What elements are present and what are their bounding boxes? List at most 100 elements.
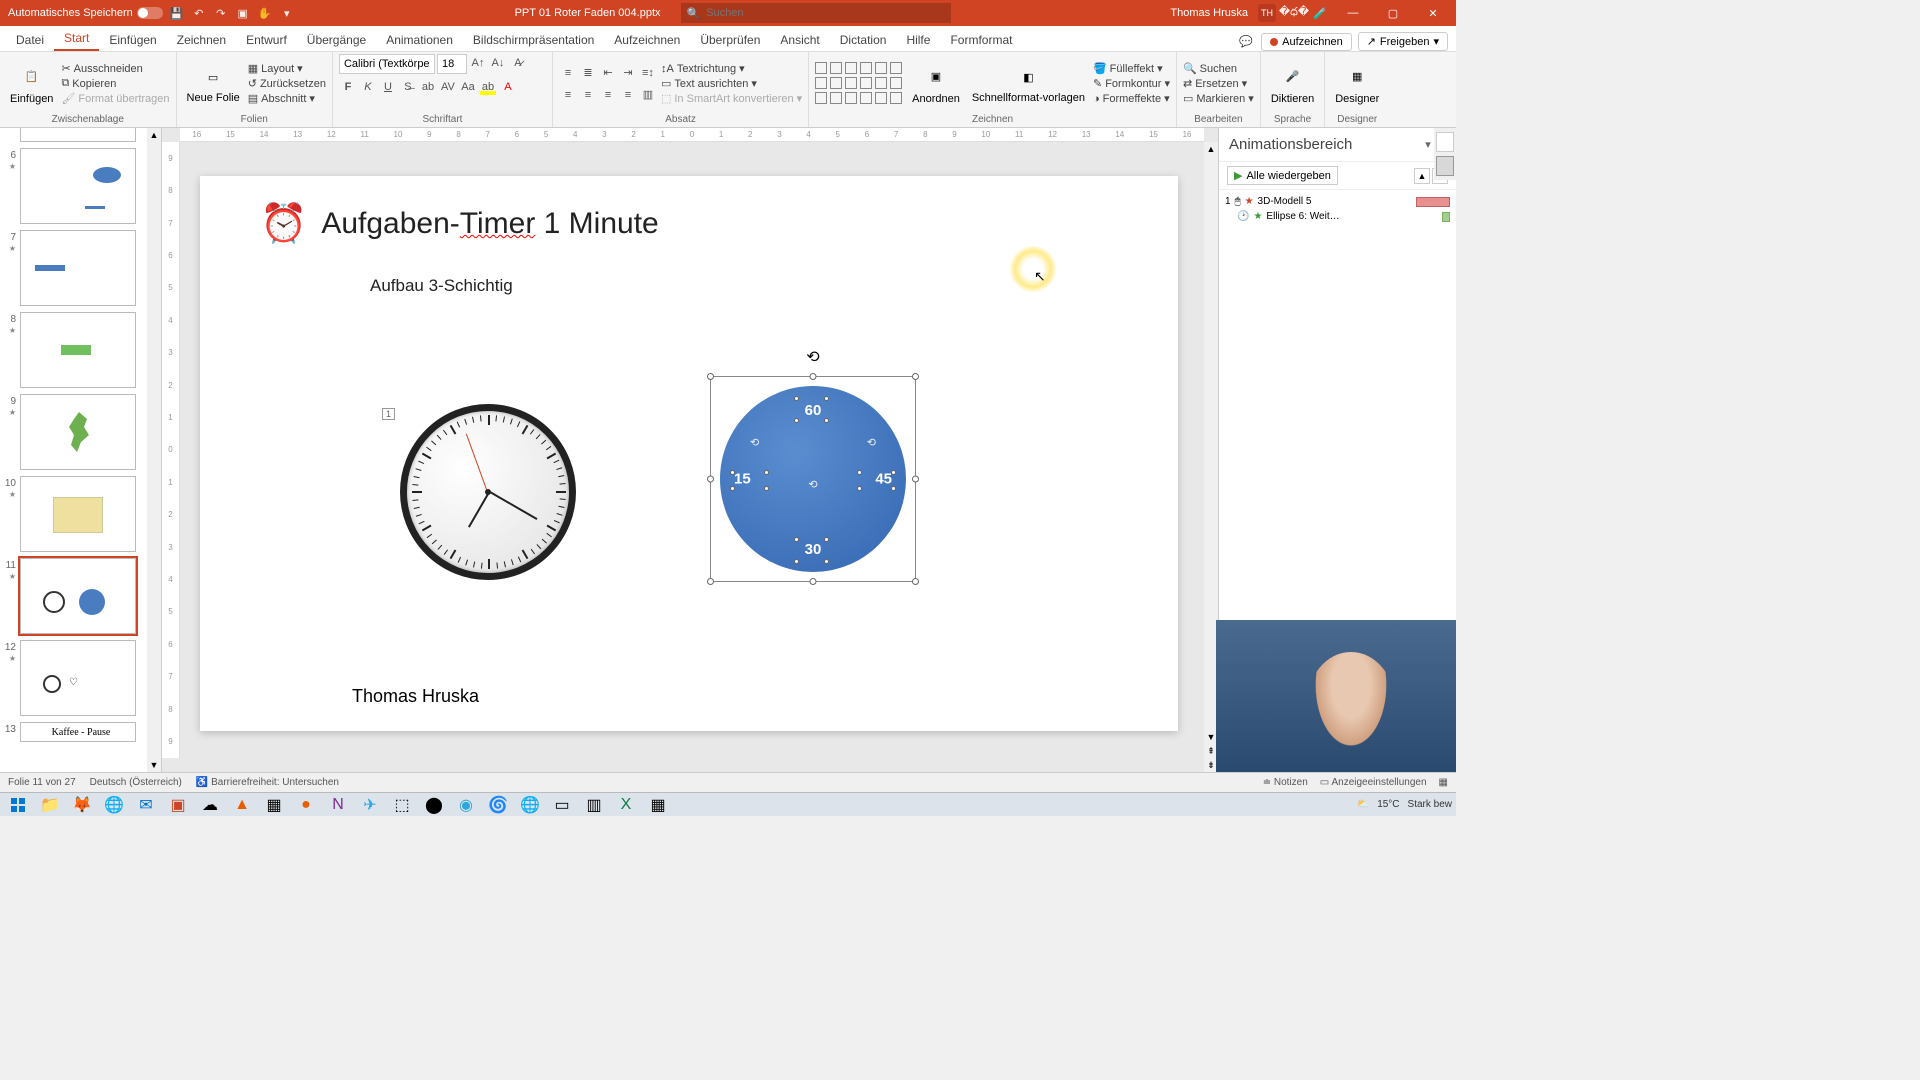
tab-bildschirm[interactable]: Bildschirmpräsentation [463, 29, 604, 51]
rotate-handle-icon[interactable]: ⟲ [806, 347, 819, 367]
outlook-icon[interactable]: ✉ [132, 794, 160, 816]
weather-icon[interactable]: ⛅ [1357, 799, 1369, 810]
app-icon[interactable]: ▦ [260, 794, 288, 816]
decrease-font-button[interactable]: A↓ [489, 54, 507, 72]
status-slide[interactable]: Folie 11 von 27 [8, 777, 76, 788]
clock-3d-model[interactable] [400, 404, 576, 580]
spacing-button[interactable]: AV [439, 78, 457, 96]
outline-button[interactable]: ✎Formkontur▾ [1093, 77, 1170, 90]
section-button[interactable]: ▤Abschnitt▾ [248, 92, 326, 105]
chevron-down-icon[interactable]: ▾ [1425, 138, 1431, 151]
align-right-button[interactable]: ≡ [599, 86, 617, 104]
status-accessibility[interactable]: ♿ Barrierefreiheit: Untersuchen [196, 777, 339, 788]
qat-more-icon[interactable]: ▾ [279, 5, 295, 21]
save-icon[interactable]: 💾 [169, 5, 185, 21]
copy-button[interactable]: ⧉Kopieren [61, 77, 169, 90]
slide-thumb-12[interactable]: 12★ ♡ [2, 640, 155, 716]
weather-label[interactable]: Stark bew [1408, 799, 1452, 810]
justify-button[interactable]: ≡ [619, 86, 637, 104]
undo-icon[interactable]: ↶ [191, 5, 207, 21]
slide-thumb-10[interactable]: 10★ [2, 476, 155, 552]
tab-animationen[interactable]: Animationen [376, 29, 463, 51]
tab-ueberpruefen[interactable]: Überprüfen [690, 29, 770, 51]
font-color-button[interactable]: A [499, 78, 517, 96]
smartart-button[interactable]: ⬚In SmartArt konvertieren▾ [661, 92, 802, 105]
file-name[interactable]: PPT 01 Roter Faden 004.pptx [515, 7, 661, 19]
strike-button[interactable]: S̶ [399, 78, 417, 96]
underline-button[interactable]: U [379, 78, 397, 96]
telegram-icon[interactable]: ✈ [356, 794, 384, 816]
paste-button[interactable]: 📋 Einfügen [6, 61, 57, 107]
new-slide-button[interactable]: ▭ Neue Folie [183, 61, 244, 106]
tab-dictation[interactable]: Dictation [830, 29, 897, 51]
search-box[interactable]: 🔍 [681, 3, 951, 23]
font-name-select[interactable] [339, 54, 435, 74]
autosave-toggle[interactable]: Automatisches Speichern [8, 7, 163, 19]
side-btn-2[interactable] [1436, 156, 1454, 176]
increase-font-button[interactable]: A↑ [469, 54, 487, 72]
aufzeichnen-button[interactable]: Aufzeichnen [1261, 33, 1352, 51]
align-text-button[interactable]: ▭Text ausrichten▾ [661, 77, 802, 90]
find-button[interactable]: 🔍Suchen [1183, 62, 1254, 75]
tab-ansicht[interactable]: Ansicht [770, 29, 829, 51]
highlight-button[interactable]: ab [479, 78, 497, 96]
case-button[interactable]: Aa [459, 78, 477, 96]
play-all-button[interactable]: ▶Alle wiedergeben [1227, 166, 1338, 185]
tab-formformat[interactable]: Formformat [940, 29, 1022, 51]
app-icon[interactable]: 🌀 [484, 794, 512, 816]
columns-button[interactable]: ▥ [639, 86, 657, 104]
cut-button[interactable]: ✂Ausschneiden [61, 62, 169, 75]
move-up-button[interactable]: ▲ [1414, 168, 1430, 184]
touch-icon[interactable]: ✋ [257, 5, 273, 21]
decrease-indent-button[interactable]: ⇤ [599, 64, 617, 82]
edge-icon[interactable]: 🌐 [516, 794, 544, 816]
bold-button[interactable]: F [339, 78, 357, 96]
status-display[interactable]: ▭ Anzeigeeinstellungen [1320, 777, 1427, 788]
italic-button[interactable]: K [359, 78, 377, 96]
dictate-button[interactable]: 🎤Diktieren [1267, 61, 1318, 107]
obs-icon[interactable]: ⬤ [420, 794, 448, 816]
minimize-button[interactable]: — [1338, 0, 1368, 26]
app-icon[interactable]: ⬚ [388, 794, 416, 816]
font-size-select[interactable] [437, 54, 467, 74]
align-center-button[interactable]: ≡ [579, 86, 597, 104]
anordnen-button[interactable]: ▣Anordnen [908, 61, 964, 107]
search-input[interactable] [706, 7, 944, 19]
rotate-icon[interactable]: ⟲ [750, 436, 759, 449]
scroll-up-icon[interactable]: ▲ [1204, 142, 1218, 156]
view-normal-icon[interactable]: ▦ [1439, 777, 1448, 788]
numbering-button[interactable]: ≣ [579, 64, 597, 82]
beaker-icon[interactable]: 🧪 [1312, 5, 1328, 21]
start-button[interactable] [4, 794, 32, 816]
animation-item[interactable]: 🕑 ★ Ellipse 6: Weit… [1225, 209, 1450, 224]
user-name[interactable]: Thomas Hruska [1170, 7, 1248, 19]
excel-icon[interactable]: X [612, 794, 640, 816]
app-icon[interactable]: ◉ [452, 794, 480, 816]
slide-thumb-8[interactable]: 8★ [2, 312, 155, 388]
tab-datei[interactable]: Datei [6, 29, 54, 51]
slide-editor[interactable]: 1615141312111098765432101234567891011121… [162, 128, 1218, 772]
replace-button[interactable]: ⇄Ersetzen▾ [1183, 77, 1254, 90]
rotate-icon[interactable]: ⟲ [808, 478, 817, 491]
animation-item[interactable]: 1 🖱 ★ 3D-Modell 5 [1225, 194, 1450, 209]
explorer-icon[interactable]: 📁 [36, 794, 64, 816]
app-icon[interactable]: ▥ [580, 794, 608, 816]
reset-button[interactable]: ↺Zurücksetzen [248, 77, 326, 90]
side-btn-1[interactable] [1436, 132, 1454, 152]
firefox-icon[interactable]: 🦊 [68, 794, 96, 816]
tab-hilfe[interactable]: Hilfe [896, 29, 940, 51]
designer-button[interactable]: ▦Designer [1331, 61, 1383, 107]
slide-thumb-6[interactable]: 6★ [2, 148, 155, 224]
app-icon[interactable]: ▭ [548, 794, 576, 816]
temp-label[interactable]: 15°C [1377, 799, 1399, 810]
tab-start[interactable]: Start [54, 27, 99, 51]
app-icon[interactable]: ▦ [644, 794, 672, 816]
align-left-button[interactable]: ≡ [559, 86, 577, 104]
user-avatar[interactable]: TH [1258, 4, 1276, 22]
quick-styles-button[interactable]: ◧Schnellformat-vorlagen [968, 61, 1089, 106]
status-notes[interactable]: ≐ Notizen [1263, 777, 1308, 788]
slide-thumb-11[interactable]: 11★ [2, 558, 155, 634]
scroll-up-icon[interactable]: ▲ [147, 128, 161, 142]
fill-button[interactable]: 🪣Fülleffekt▾ [1093, 62, 1170, 75]
format-painter-button[interactable]: 🖌Format übertragen [61, 92, 169, 105]
